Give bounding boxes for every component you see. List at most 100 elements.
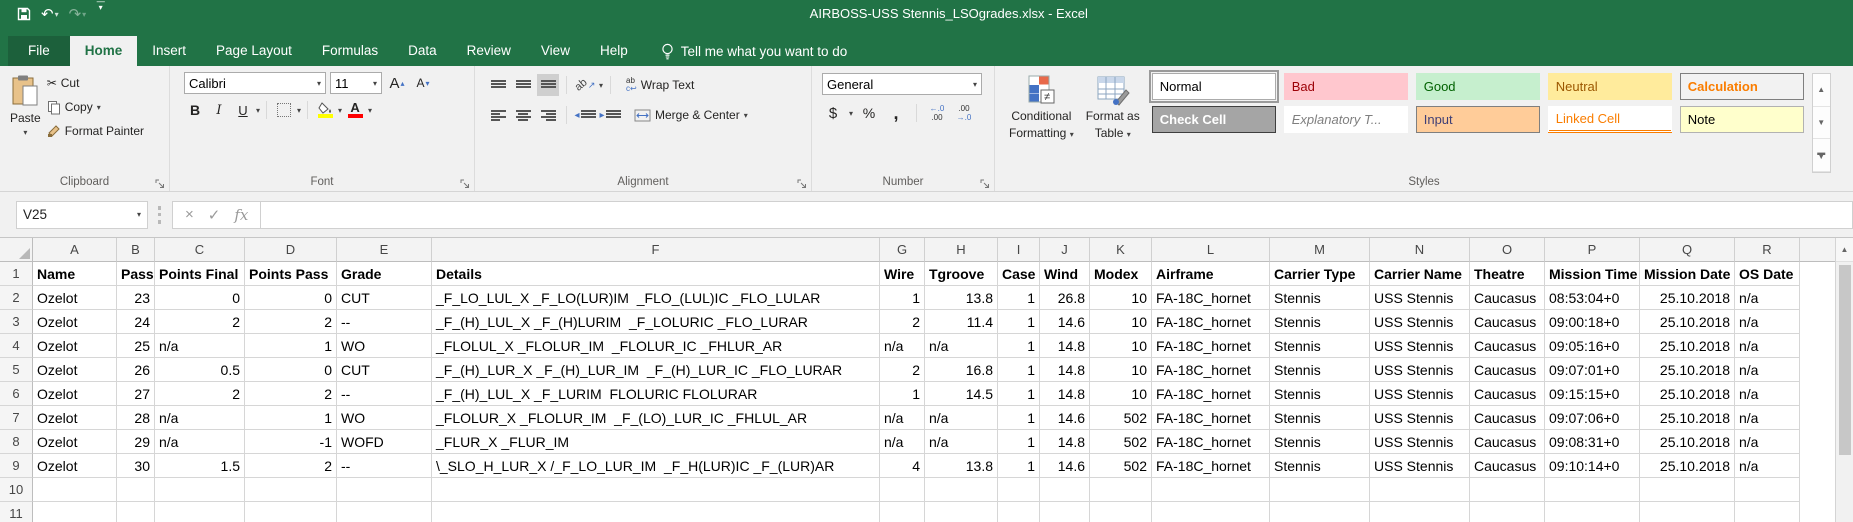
row-header-3[interactable]: 3 xyxy=(0,310,33,334)
cell-J3[interactable]: 14.6 xyxy=(1040,310,1090,334)
cell-C6[interactable]: 2 xyxy=(155,382,245,406)
cell-Q9[interactable]: 25.10.2018 xyxy=(1640,454,1735,478)
cell-H9[interactable]: 13.8 xyxy=(925,454,998,478)
cell-J8[interactable]: 14.8 xyxy=(1040,430,1090,454)
cell-I8[interactable]: 1 xyxy=(998,430,1040,454)
cell-C10[interactable] xyxy=(155,478,245,502)
cell-P5[interactable]: 09:07:01+0 xyxy=(1545,358,1640,382)
column-header-i[interactable]: I xyxy=(998,238,1040,262)
accounting-dropdown-arrow[interactable]: ▾ xyxy=(849,109,853,118)
column-header-m[interactable]: M xyxy=(1270,238,1370,262)
cell-H3[interactable]: 11.4 xyxy=(925,310,998,334)
cell-D11[interactable] xyxy=(245,502,337,522)
cell-O2[interactable]: Caucasus xyxy=(1470,286,1545,310)
cell-I7[interactable]: 1 xyxy=(998,406,1040,430)
cell-E5[interactable]: CUT xyxy=(337,358,432,382)
tab-data[interactable]: Data xyxy=(393,36,452,66)
cell-Q10[interactable] xyxy=(1640,478,1735,502)
cell-A1[interactable]: Name xyxy=(33,262,117,286)
column-header-r[interactable]: R xyxy=(1735,238,1800,262)
cell-A3[interactable]: Ozelot xyxy=(33,310,117,334)
cell-J7[interactable]: 14.6 xyxy=(1040,406,1090,430)
column-header-b[interactable]: B xyxy=(117,238,155,262)
cell-style-explanatory-t-[interactable]: Explanatory T... xyxy=(1284,106,1408,133)
cell-J10[interactable] xyxy=(1040,478,1090,502)
cell-C8[interactable]: n/a xyxy=(155,430,245,454)
cell-Q6[interactable]: 25.10.2018 xyxy=(1640,382,1735,406)
cell-A7[interactable]: Ozelot xyxy=(33,406,117,430)
cell-style-calculation[interactable]: Calculation xyxy=(1680,73,1804,100)
cell-F2[interactable]: _F_LO_LUL_X _F_LO(LUR)IM _FLO_(LUL)IC _F… xyxy=(432,286,880,310)
cell-C4[interactable]: n/a xyxy=(155,334,245,358)
cell-O1[interactable]: Theatre xyxy=(1470,262,1545,286)
cell-K3[interactable]: 10 xyxy=(1090,310,1152,334)
cell-B4[interactable]: 25 xyxy=(117,334,155,358)
cell-F3[interactable]: _F_(H)_LUL_X _F_(H)LURIM _F_LOLURIC _FLO… xyxy=(432,310,880,334)
cell-F10[interactable] xyxy=(432,478,880,502)
cell-E9[interactable]: -- xyxy=(337,454,432,478)
cell-O7[interactable]: Caucasus xyxy=(1470,406,1545,430)
cell-C2[interactable]: 0 xyxy=(155,286,245,310)
column-header-h[interactable]: H xyxy=(925,238,998,262)
font-size-combo[interactable]: 11▾ xyxy=(330,72,382,94)
cell-L6[interactable]: FA-18C_hornet xyxy=(1152,382,1270,406)
cell-O11[interactable] xyxy=(1470,502,1545,522)
row-header-5[interactable]: 5 xyxy=(0,358,33,382)
cell-N8[interactable]: USS Stennis xyxy=(1370,430,1470,454)
cell-F5[interactable]: _F_(H)_LUR_X _F_(H)_LUR_IM _F_(H)_LUR_IC… xyxy=(432,358,880,382)
increase-font-size-button[interactable]: A▴ xyxy=(386,72,408,94)
cell-H11[interactable] xyxy=(925,502,998,522)
gallery-scroll-down-icon[interactable]: ▼ xyxy=(1813,107,1830,140)
row-header-10[interactable]: 10 xyxy=(0,478,33,502)
number-format-combo[interactable]: General▾ xyxy=(822,73,982,95)
cell-I11[interactable] xyxy=(998,502,1040,522)
cell-K2[interactable]: 10 xyxy=(1090,286,1152,310)
middle-align-button[interactable] xyxy=(512,74,534,96)
cell-C7[interactable]: n/a xyxy=(155,406,245,430)
decrease-font-size-button[interactable]: A▾ xyxy=(412,72,434,94)
row-header-6[interactable]: 6 xyxy=(0,382,33,406)
cell-P10[interactable] xyxy=(1545,478,1640,502)
cell-style-good[interactable]: Good xyxy=(1416,73,1540,100)
cell-D1[interactable]: Points Pass xyxy=(245,262,337,286)
cell-A8[interactable]: Ozelot xyxy=(33,430,117,454)
cell-R10[interactable] xyxy=(1735,478,1800,502)
cell-H8[interactable]: n/a xyxy=(925,430,998,454)
column-header-l[interactable]: L xyxy=(1152,238,1270,262)
cell-L9[interactable]: FA-18C_hornet xyxy=(1152,454,1270,478)
tab-view[interactable]: View xyxy=(526,36,585,66)
cell-K4[interactable]: 10 xyxy=(1090,334,1152,358)
font-size-dropdown-arrow[interactable]: ▾ xyxy=(373,79,377,88)
cell-R7[interactable]: n/a xyxy=(1735,406,1800,430)
cell-A4[interactable]: Ozelot xyxy=(33,334,117,358)
cell-E3[interactable]: -- xyxy=(337,310,432,334)
row-header-7[interactable]: 7 xyxy=(0,406,33,430)
font-name-combo[interactable]: Calibri▾ xyxy=(184,72,326,94)
cell-N4[interactable]: USS Stennis xyxy=(1370,334,1470,358)
cell-F11[interactable] xyxy=(432,502,880,522)
format-as-table-dropdown-arrow[interactable]: ▾ xyxy=(1127,130,1131,139)
cell-L5[interactable]: FA-18C_hornet xyxy=(1152,358,1270,382)
cell-E7[interactable]: WO xyxy=(337,406,432,430)
cancel-formula-icon[interactable]: × xyxy=(185,206,194,223)
italic-button[interactable]: I xyxy=(208,99,230,121)
cell-J6[interactable]: 14.8 xyxy=(1040,382,1090,406)
cell-H7[interactable]: n/a xyxy=(925,406,998,430)
cell-C11[interactable] xyxy=(155,502,245,522)
cell-I9[interactable]: 1 xyxy=(998,454,1040,478)
cell-A5[interactable]: Ozelot xyxy=(33,358,117,382)
tab-page-layout[interactable]: Page Layout xyxy=(201,36,307,66)
cell-P11[interactable] xyxy=(1545,502,1640,522)
cell-I1[interactable]: Case xyxy=(998,262,1040,286)
cell-N2[interactable]: USS Stennis xyxy=(1370,286,1470,310)
cell-O8[interactable]: Caucasus xyxy=(1470,430,1545,454)
column-header-j[interactable]: J xyxy=(1040,238,1090,262)
cell-H5[interactable]: 16.8 xyxy=(925,358,998,382)
cell-F9[interactable]: \_SLO_H_LUR_X /_F_LO_LUR_IM _F_H(LUR)IC … xyxy=(432,454,880,478)
cell-H4[interactable]: n/a xyxy=(925,334,998,358)
tell-me-box[interactable]: Tell me what you want to do xyxy=(661,36,848,66)
font-color-dropdown-arrow[interactable]: ▾ xyxy=(368,106,372,115)
orientation-dropdown-arrow[interactable]: ▾ xyxy=(599,81,603,90)
cell-P8[interactable]: 09:08:31+0 xyxy=(1545,430,1640,454)
cell-Q4[interactable]: 25.10.2018 xyxy=(1640,334,1735,358)
